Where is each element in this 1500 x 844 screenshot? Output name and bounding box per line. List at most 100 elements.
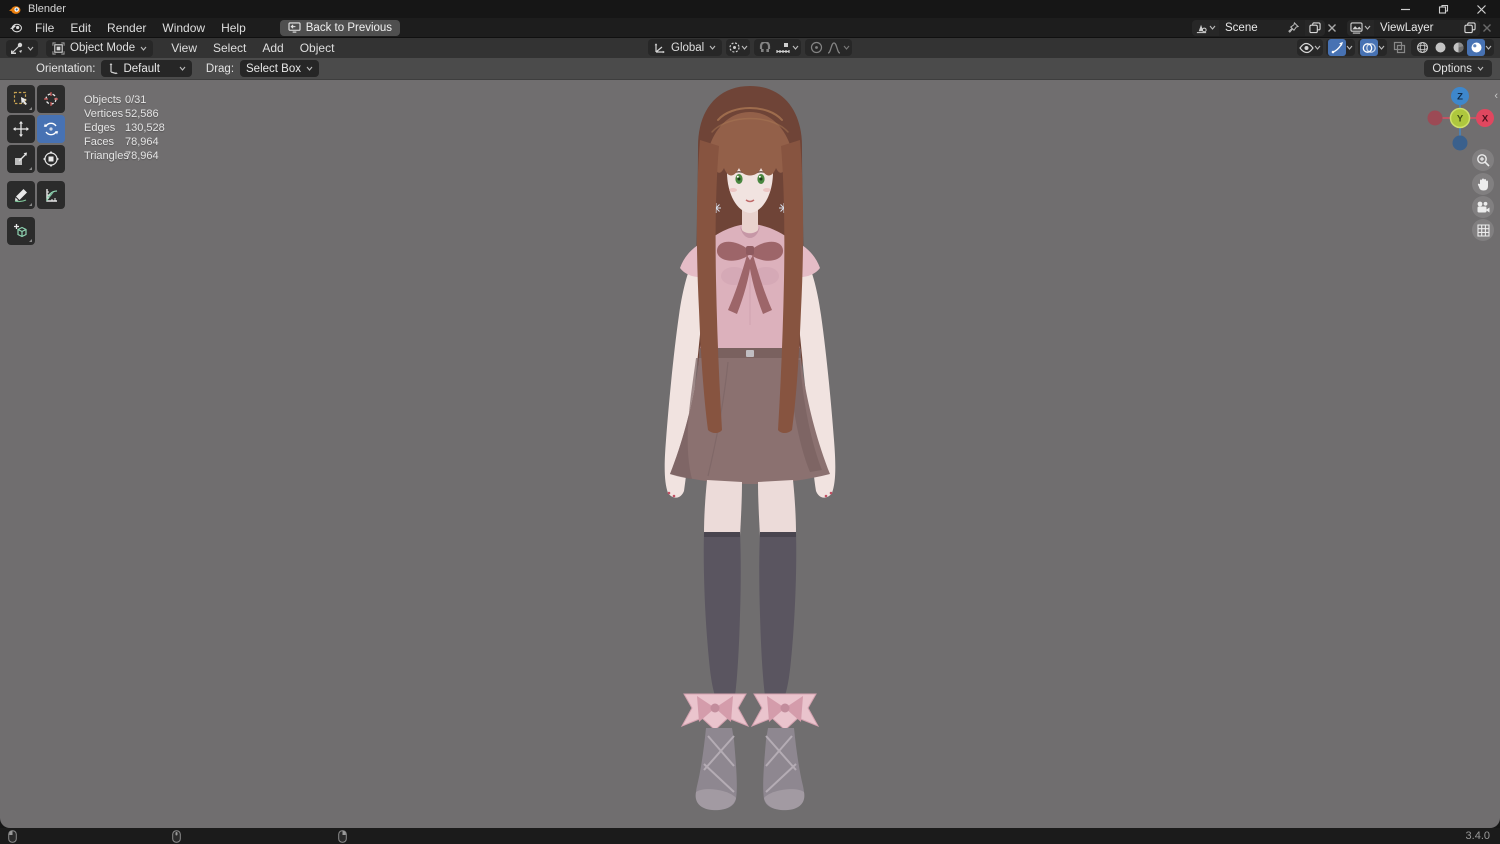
menu-file[interactable]: File [27, 18, 62, 37]
editor-3d-viewport-icon [11, 42, 23, 54]
pivot-point-dropdown[interactable] [726, 39, 751, 56]
character-model[interactable] [600, 80, 900, 828]
chevron-down-icon [179, 66, 186, 71]
object-visibility-dropdown[interactable] [1297, 39, 1323, 56]
rotate-tool[interactable] [37, 115, 65, 143]
viewlayer-name: ViewLayer [1380, 21, 1434, 34]
gizmo-arrow-icon [1331, 42, 1343, 54]
menu-render[interactable]: Render [99, 18, 154, 37]
rotate-icon [43, 122, 59, 136]
stat-triangles: Triangles 78,964 [84, 150, 159, 162]
proportional-circle-icon [810, 41, 822, 54]
menu-object[interactable]: Object [292, 41, 343, 55]
measure-tool[interactable] [37, 181, 65, 209]
orientation-axes-icon [654, 42, 665, 53]
scale-tool[interactable] [7, 145, 35, 173]
add-cube-tool[interactable] [7, 217, 35, 245]
drag-dropdown[interactable]: Select Box [240, 60, 319, 77]
proportional-edit-toggle[interactable] [807, 39, 825, 56]
scene-browse-button[interactable] [1192, 19, 1219, 36]
stat-edges: Edges 130,528 [84, 122, 165, 134]
overlays-icon [1362, 42, 1376, 53]
back-to-previous-label: Back to Previous [305, 21, 393, 34]
menu-help[interactable]: Help [213, 18, 254, 37]
scene-unlink-button[interactable] [1327, 23, 1337, 33]
maximize-button[interactable] [1424, 0, 1462, 18]
select-box-tool[interactable] [7, 85, 35, 113]
window-title: Blender [28, 3, 66, 15]
options-button[interactable]: Options [1424, 60, 1492, 77]
right-mouse-icon [338, 830, 347, 843]
orientation-default-dropdown[interactable]: Default [101, 60, 192, 77]
transform-orientation-dropdown[interactable]: Global [648, 39, 723, 56]
show-overlays-toggle[interactable] [1360, 39, 1378, 56]
back-to-previous-button[interactable]: Back to Previous [279, 19, 401, 36]
close-button[interactable] [1462, 0, 1500, 18]
shading-solid-button[interactable] [1431, 39, 1449, 56]
sidebar-collapse-arrow[interactable]: ‹ [1494, 90, 1498, 102]
viewlayer-browse-button[interactable] [1347, 19, 1374, 36]
move-tool[interactable] [7, 115, 35, 143]
annotate-tool[interactable] [7, 181, 35, 209]
statistics-overlay: Objects 0/31 Vertices 52,586 Edges 130,528 … [84, 93, 165, 163]
axis-neg-z-handle[interactable] [1452, 135, 1468, 151]
camera-view-button[interactable] [1472, 196, 1494, 218]
axis-gizmo[interactable]: Z X Y [1425, 83, 1495, 153]
transform-icon [43, 151, 59, 167]
scene-new-button[interactable] [1305, 19, 1325, 36]
snap-increment-icon [776, 42, 790, 53]
scene-name-field[interactable]: Scene [1219, 19, 1305, 36]
shading-wireframe-button[interactable] [1413, 39, 1431, 56]
editor-type-selector[interactable] [6, 39, 38, 57]
viewlayer-remove-button[interactable] [1482, 23, 1492, 33]
camera-icon [1477, 201, 1490, 212]
shading-material-button[interactable] [1449, 39, 1467, 56]
scene-selector: Scene [1192, 19, 1337, 36]
pan-hand-button[interactable] [1472, 173, 1494, 195]
chevron-down-icon [1378, 45, 1385, 50]
menu-window[interactable]: Window [154, 18, 213, 37]
show-gizmos-toggle[interactable] [1328, 39, 1346, 56]
stat-faces: Faces 78,964 [84, 136, 159, 148]
chevron-down-icon [1477, 66, 1484, 71]
chevron-down-icon [140, 46, 147, 51]
snap-controls [754, 39, 802, 56]
scene-icon [1196, 24, 1207, 33]
cursor-tool[interactable] [37, 85, 65, 113]
menu-edit[interactable]: Edit [62, 18, 99, 37]
viewport-canvas[interactable]: Objects 0/31 Vertices 52,586 Edges 130,528 … [0, 80, 1500, 828]
drag-label: Drag: [205, 62, 235, 75]
snap-with-dropdown[interactable] [774, 39, 792, 56]
transform-tool[interactable] [37, 145, 65, 173]
menu-select[interactable]: Select [205, 41, 254, 55]
stat-objects: Objects 0/31 [84, 94, 147, 106]
chevron-down-icon [1485, 45, 1492, 50]
orientation-value: Global [671, 41, 705, 54]
solid-sphere-icon [1435, 42, 1445, 53]
shading-rendered-button[interactable] [1467, 39, 1485, 56]
status-bar: 3.4.0 [0, 828, 1500, 844]
axis-neg-x-handle[interactable] [1427, 110, 1443, 126]
ortho-grid-button[interactable] [1472, 219, 1494, 241]
snap-toggle[interactable] [756, 39, 774, 56]
add-cube-icon [14, 224, 27, 238]
wireframe-sphere-icon [1416, 41, 1428, 54]
close-icon [1483, 23, 1491, 32]
blender-menu-icon[interactable] [8, 21, 23, 34]
stat-vertices: Vertices 52,586 [84, 108, 159, 120]
menu-add[interactable]: Add [254, 41, 291, 55]
zoom-button[interactable] [1472, 149, 1494, 171]
chevron-down-icon [1314, 45, 1321, 50]
viewlayer-name-field[interactable]: ViewLayer [1374, 19, 1460, 36]
tool-column [7, 85, 65, 245]
proportional-falloff-dropdown[interactable] [825, 39, 843, 56]
chevron-down-icon [1209, 25, 1216, 30]
viewlayer-selector: ViewLayer [1347, 19, 1492, 36]
cursor-icon [44, 92, 58, 106]
menu-view[interactable]: View [163, 41, 205, 55]
minimize-button[interactable] [1386, 0, 1424, 18]
pin-icon[interactable] [1288, 22, 1299, 33]
viewlayer-new-button[interactable] [1460, 19, 1480, 36]
xray-toggle[interactable] [1390, 39, 1408, 56]
mode-selector[interactable]: Object Mode [46, 39, 154, 57]
